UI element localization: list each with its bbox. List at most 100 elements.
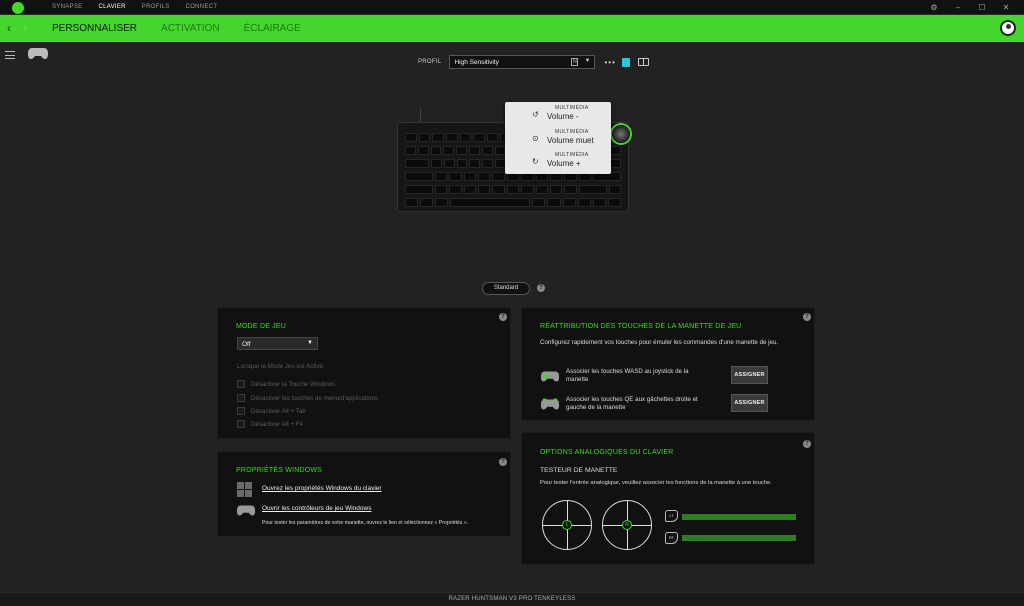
key[interactable]	[608, 185, 621, 194]
key[interactable]	[478, 185, 491, 194]
key[interactable]	[456, 146, 467, 155]
key[interactable]	[434, 172, 448, 181]
key[interactable]	[492, 172, 505, 181]
popup-value: Volume muet	[547, 136, 594, 145]
key[interactable]	[405, 133, 417, 142]
assign-qe-button[interactable]: ASSIGNER	[731, 394, 768, 412]
key[interactable]	[481, 146, 493, 155]
key[interactable]	[417, 146, 429, 155]
maximize-icon[interactable]: ☐	[970, 0, 994, 15]
key[interactable]	[418, 133, 431, 142]
key[interactable]	[562, 198, 576, 207]
key[interactable]	[456, 159, 468, 168]
key[interactable]	[430, 146, 442, 155]
option-disable-windows-key[interactable]: Désactiver la Touche Windows	[237, 380, 335, 388]
checkbox[interactable]	[237, 407, 245, 415]
key[interactable]	[420, 198, 434, 207]
dial-assignment-popup: ↺ MULTIMÉDIA Volume - ⊙ MULTIMÉDIA Volum…	[505, 102, 611, 174]
key[interactable]	[547, 198, 561, 207]
key[interactable]	[449, 185, 462, 194]
key[interactable]	[431, 159, 442, 168]
key[interactable]	[405, 172, 433, 181]
onboard-memory-icon[interactable]	[621, 57, 630, 67]
key[interactable]	[610, 146, 621, 155]
option-disable-alt-f4[interactable]: Désactiver Alt + F4	[237, 420, 303, 428]
key[interactable]	[443, 146, 455, 155]
topnav-synapse[interactable]: SYNAPSE	[44, 0, 90, 15]
forward-arrow-icon[interactable]: ›	[23, 21, 27, 35]
key[interactable]	[577, 198, 591, 207]
tab-activation[interactable]: ACTIVATION	[161, 15, 220, 34]
help-icon[interactable]: ?	[537, 284, 545, 292]
user-avatar-icon[interactable]	[1000, 20, 1016, 36]
key[interactable]	[405, 198, 419, 207]
razer-logo-icon	[12, 2, 24, 14]
close-icon[interactable]: ✕	[994, 0, 1018, 15]
game-mode-value: Off	[242, 341, 251, 348]
help-icon[interactable]: ?	[499, 313, 507, 321]
more-options-icon[interactable]: •••	[604, 58, 615, 67]
key[interactable]	[459, 133, 472, 142]
key[interactable]	[405, 185, 433, 194]
key[interactable]	[445, 133, 458, 142]
checkbox[interactable]	[237, 394, 245, 402]
checkbox[interactable]	[237, 420, 245, 428]
key[interactable]	[521, 185, 534, 194]
popup-entry-volume-mute[interactable]: ⊙ MULTIMÉDIA Volume muet	[505, 127, 611, 149]
topnav-profils[interactable]: PROFILS	[134, 0, 178, 15]
key[interactable]	[486, 133, 499, 142]
key[interactable]	[432, 133, 444, 142]
assign-wasd-button[interactable]: ASSIGNER	[731, 366, 768, 384]
key[interactable]	[473, 133, 485, 142]
guide-book-icon[interactable]	[637, 58, 649, 66]
key[interactable]	[549, 185, 563, 194]
option-disable-alt-tab[interactable]: Désactiver Alt + Tab	[237, 407, 306, 415]
dial-knob-selected[interactable]	[612, 125, 630, 143]
key[interactable]	[610, 159, 621, 168]
key[interactable]	[469, 159, 481, 168]
topnav-clavier[interactable]: CLAVIER	[90, 0, 133, 15]
tab-eclairage[interactable]: ÉCLAIRAGE	[244, 15, 301, 34]
settings-icon[interactable]: ⚙	[922, 0, 946, 15]
key[interactable]	[506, 185, 520, 194]
key[interactable]	[607, 198, 621, 207]
key[interactable]	[578, 185, 607, 194]
tab-personnaliser[interactable]: PERSONNALISER	[52, 15, 137, 34]
key[interactable]	[492, 185, 505, 194]
key[interactable]	[463, 185, 477, 194]
back-arrow-icon[interactable]: ‹	[7, 21, 11, 35]
popup-entry-volume-down[interactable]: ↺ MULTIMÉDIA Volume -	[505, 103, 611, 125]
key[interactable]	[435, 198, 449, 207]
option-disable-menu-keys[interactable]: Désactiver les touches de menu/d'applica…	[237, 394, 378, 402]
game-mode-dropdown[interactable]: Off ▼	[237, 337, 318, 350]
key[interactable]	[494, 146, 506, 155]
help-icon[interactable]: ?	[803, 440, 811, 448]
key[interactable]	[482, 159, 493, 168]
key[interactable]	[564, 185, 577, 194]
help-icon[interactable]: ?	[499, 458, 507, 466]
checkbox[interactable]	[237, 380, 245, 388]
key[interactable]	[478, 172, 491, 181]
gamepad-icon[interactable]	[27, 47, 49, 60]
key[interactable]	[434, 185, 448, 194]
keyboard-properties-link[interactable]: Ouvrez les propriétés Windows du clavier	[262, 485, 382, 492]
key[interactable]	[405, 146, 416, 155]
key[interactable]	[449, 172, 462, 181]
profile-dropdown[interactable]: High Sensitivity N ▼	[449, 55, 596, 69]
topnav-connect[interactable]: CONNECT	[178, 0, 226, 15]
chevron-down-icon: ▼	[584, 58, 591, 64]
key[interactable]	[532, 198, 546, 207]
key[interactable]	[592, 198, 606, 207]
key[interactable]	[535, 185, 548, 194]
minimize-icon[interactable]: –	[946, 0, 970, 15]
key[interactable]	[463, 172, 477, 181]
menu-icon[interactable]	[5, 51, 15, 59]
mode-selector-button[interactable]: Standard	[482, 282, 530, 295]
spacebar-key[interactable]	[450, 198, 531, 207]
help-icon[interactable]: ?	[803, 313, 811, 321]
key[interactable]	[405, 159, 429, 168]
game-controllers-link[interactable]: Ouvrir les contrôleurs de jeu Windows	[262, 505, 371, 512]
key[interactable]	[443, 159, 455, 168]
key[interactable]	[468, 146, 480, 155]
popup-entry-volume-up[interactable]: ↻ MULTIMÉDIA Volume +	[505, 150, 611, 172]
